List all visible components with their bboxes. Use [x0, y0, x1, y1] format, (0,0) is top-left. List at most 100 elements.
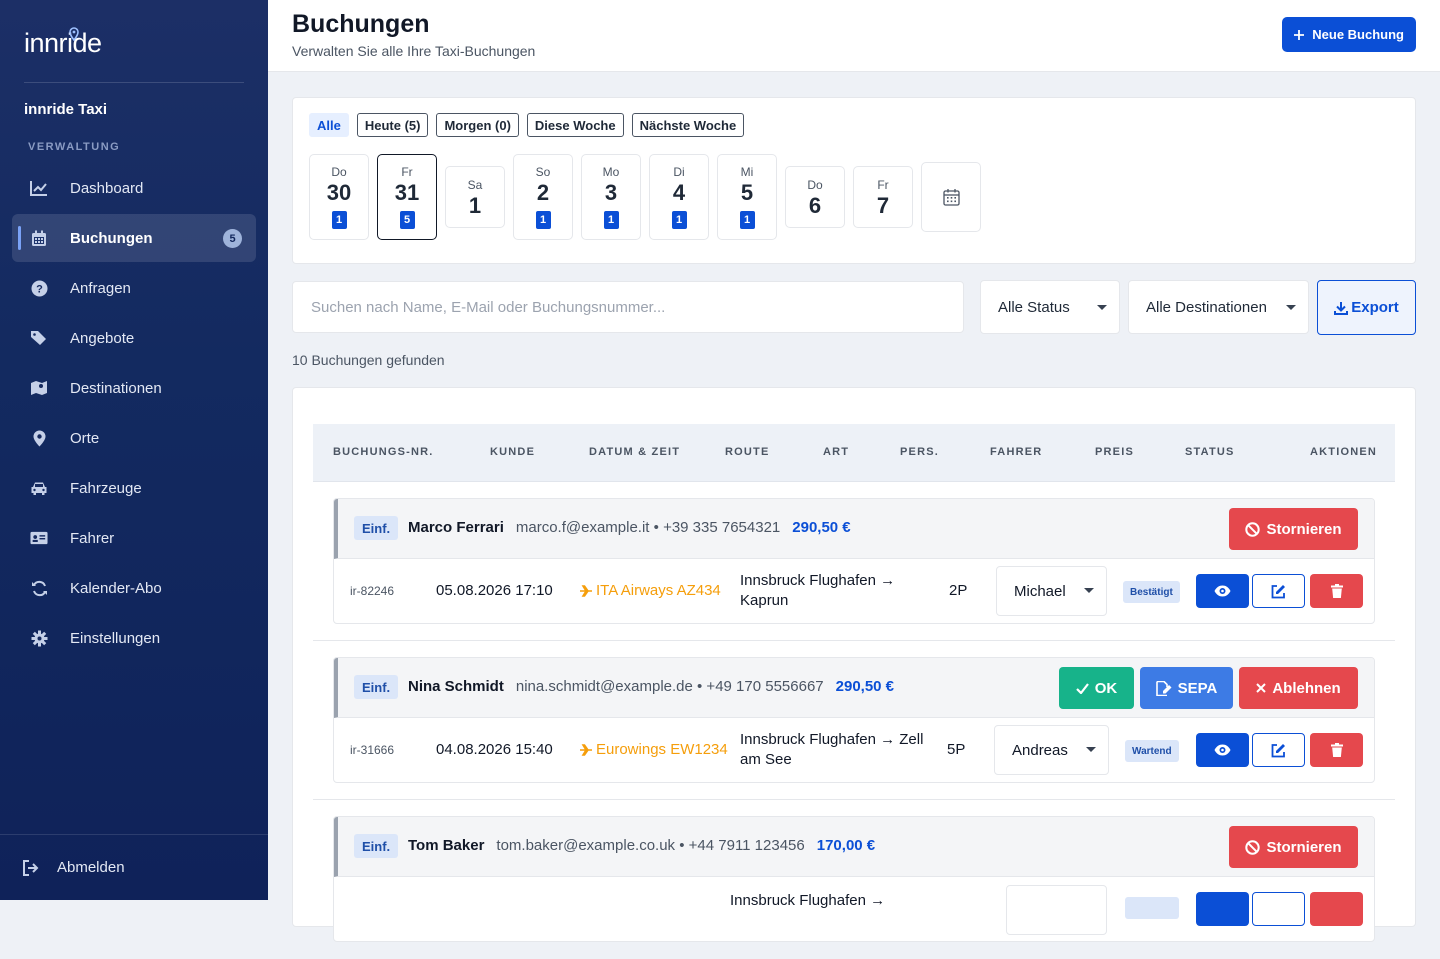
cancel-booking-button[interactable]: Stornieren [1229, 508, 1358, 550]
sidebar-item-fahrzeuge[interactable]: Fahrzeuge [12, 464, 256, 512]
flight-info: ITA Airways AZ434 [580, 582, 721, 599]
filter-chip-naechste-woche[interactable]: Nächste Woche [631, 113, 745, 137]
filter-chip-diese-woche[interactable]: Diese Woche [526, 113, 624, 137]
day-name: Fr [401, 165, 413, 179]
booking-route: Innsbruck Flughafen → Kaprun [740, 572, 896, 609]
search-input[interactable] [292, 281, 964, 333]
day-card[interactable]: So 2 1 [513, 154, 573, 240]
eye-icon [1214, 585, 1231, 597]
booking-id: ir-82246 [350, 584, 395, 598]
column-header: FAHRER [990, 446, 1043, 458]
day-card[interactable]: Do 30 1 [309, 154, 369, 240]
day-number: 30 [326, 180, 352, 205]
day-card-selected[interactable]: Fr 31 5 [377, 154, 437, 240]
day-number: 2 [536, 180, 550, 205]
day-count-badge: 1 [671, 211, 687, 229]
sidebar-item-label: Dashboard [70, 179, 144, 197]
customer-name: Nina Schmidt [408, 678, 504, 695]
booking-count-badge: 5 [223, 229, 242, 248]
driver-select-value: Andreas [1012, 741, 1068, 759]
sidebar-item-fahrer[interactable]: Fahrer [12, 514, 256, 562]
chevron-down-icon [1084, 588, 1094, 593]
filter-chip-heute[interactable]: Heute (5) [356, 113, 429, 137]
chevron-down-icon [1286, 305, 1296, 310]
column-header: PERS. [900, 446, 940, 458]
day-card[interactable]: Mo 3 1 [581, 154, 641, 240]
edit-icon [1271, 743, 1285, 757]
filter-chip-morgen[interactable]: Morgen (0) [436, 113, 519, 137]
sidebar-item-dashboard[interactable]: Dashboard [12, 164, 256, 212]
sidebar-item-label: Destinationen [70, 379, 162, 397]
edit-booking-button[interactable] [1252, 733, 1305, 767]
driver-select[interactable] [1006, 885, 1107, 935]
edit-booking-button[interactable] [1252, 892, 1305, 926]
sidebar-item-buchungen[interactable]: Buchungen 5 [12, 214, 256, 262]
sidebar-item-anfragen[interactable]: ? Anfragen [12, 264, 256, 312]
file-signature-icon [1155, 680, 1172, 696]
cancel-booking-button[interactable]: Stornieren [1229, 826, 1358, 868]
booking-persons: 5P [947, 741, 966, 758]
sidebar-item-label: Orte [70, 429, 100, 447]
new-booking-button[interactable]: Neue Buchung [1282, 17, 1416, 52]
id-card-icon [30, 529, 48, 547]
view-booking-button[interactable] [1196, 733, 1249, 767]
map-pin-icon [30, 429, 48, 447]
booking-type-badge: Einf. [354, 834, 399, 858]
delete-booking-button[interactable] [1310, 892, 1363, 926]
sidebar-item-label: Fahrzeuge [70, 479, 142, 497]
booking-type-badge: Einf. [354, 516, 399, 540]
confirm-booking-button[interactable]: OK [1059, 667, 1134, 709]
reject-booking-button[interactable]: Ablehnen [1239, 667, 1358, 709]
sidebar-item-label: Kalender-Abo [70, 579, 162, 597]
filter-chip-alle[interactable]: Alle [309, 113, 349, 137]
sepa-button[interactable]: SEPA [1140, 667, 1233, 709]
page-header: Buchungen Verwalten Sie alle Ihre Taxi-B… [268, 0, 1440, 72]
sidebar-item-angebote[interactable]: Angebote [12, 314, 256, 362]
booking-group: Einf. Tom Baker tom.baker@example.co.uk … [313, 800, 1395, 959]
day-name: Do [331, 165, 347, 179]
customer-contact: tom.baker@example.co.uk • +44 7911 12345… [496, 837, 805, 854]
sidebar-item-label: Buchungen [70, 229, 153, 247]
logo[interactable]: innride [24, 27, 102, 59]
status-select[interactable]: Alle Status [980, 280, 1120, 334]
status-badge: Bestätigt [1123, 581, 1180, 603]
sidebar-item-destinationen[interactable]: Destinationen [12, 364, 256, 412]
plane-icon [580, 743, 592, 756]
delete-booking-button[interactable] [1310, 574, 1363, 608]
day-count-badge: 1 [331, 211, 347, 229]
logout-button[interactable]: Abmelden [0, 834, 268, 900]
calendar-picker-button[interactable] [921, 162, 981, 232]
day-card[interactable]: Mi 5 1 [717, 154, 777, 240]
day-card[interactable]: Fr 7 [853, 166, 913, 228]
ban-icon [1245, 839, 1261, 855]
view-booking-button[interactable] [1196, 574, 1249, 608]
day-card[interactable]: Sa 1 [445, 166, 505, 228]
tags-icon [30, 329, 48, 347]
customer-contact: marco.f@example.it • +39 335 7654321 [515, 519, 781, 536]
calendar-icon [30, 229, 48, 247]
booking-card: Einf. Tom Baker tom.baker@example.co.uk … [333, 816, 1375, 942]
day-card[interactable]: Do 6 [785, 166, 845, 228]
destination-select[interactable]: Alle Destinationen [1128, 280, 1309, 334]
status-badge: Wartend [1125, 740, 1179, 762]
gear-icon [30, 629, 48, 647]
column-header: KUNDE [490, 446, 536, 458]
sidebar-item-orte[interactable]: Orte [12, 414, 256, 462]
view-booking-button[interactable] [1196, 892, 1249, 926]
driver-select[interactable]: Michael [996, 566, 1107, 616]
delete-booking-button[interactable] [1310, 733, 1363, 767]
sidebar-item-kalender-abo[interactable]: Kalender-Abo [12, 564, 256, 612]
export-button[interactable]: Export [1317, 280, 1416, 335]
sidebar: innride innride Taxi VERWALTUNG Dashboar… [0, 0, 268, 900]
day-card[interactable]: Di 4 1 [649, 154, 709, 240]
column-header: ART [823, 446, 850, 458]
sidebar-item-einstellungen[interactable]: Einstellungen [12, 614, 256, 662]
driver-select[interactable]: Andreas [994, 725, 1109, 775]
column-header: STATUS [1185, 446, 1235, 458]
logout-label: Abmelden [57, 859, 125, 876]
edit-booking-button[interactable] [1252, 574, 1305, 608]
download-icon [1334, 301, 1349, 315]
section-label: VERWALTUNG [28, 141, 121, 153]
bookings-table: BUCHUNGS-NR. KUNDE DATUM & ZEIT ROUTE AR… [292, 387, 1416, 942]
quick-filters: Alle Heute (5) Morgen (0) Diese Woche Nä… [309, 113, 745, 137]
